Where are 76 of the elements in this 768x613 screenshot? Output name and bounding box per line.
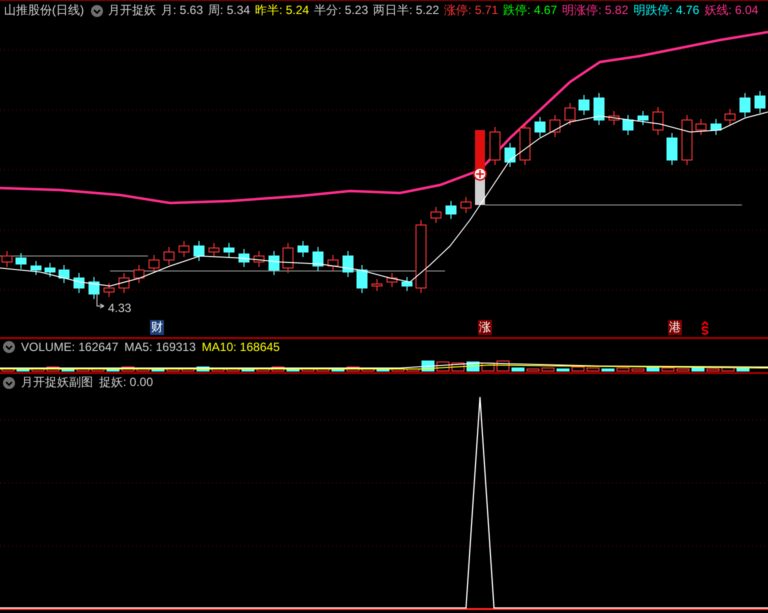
stock-title: 山推股份(日线) bbox=[4, 2, 84, 19]
candlestick bbox=[88, 276, 100, 300]
event-marker[interactable]: 涨 bbox=[478, 320, 492, 335]
dropdown-icon[interactable] bbox=[3, 340, 15, 352]
candlestick bbox=[550, 114, 560, 138]
indicator-value: 周: 5.34 bbox=[208, 2, 250, 19]
indicator-value: 妖线: 6.04 bbox=[704, 2, 758, 19]
candlestick bbox=[312, 246, 324, 272]
candlestick bbox=[520, 122, 530, 166]
candlestick bbox=[208, 242, 220, 258]
candlestick bbox=[740, 92, 750, 118]
candlestick bbox=[238, 248, 250, 268]
candlestick bbox=[578, 94, 590, 116]
candlestick bbox=[652, 106, 664, 136]
event-marker[interactable]: 财 bbox=[150, 320, 164, 335]
candlestick bbox=[638, 110, 648, 126]
indicator-value: 半分: 5.23 bbox=[314, 2, 368, 19]
candlestick bbox=[594, 92, 604, 126]
candlestick bbox=[710, 118, 722, 136]
indicator-value: 明跌停: 4.76 bbox=[633, 2, 700, 19]
candlestick bbox=[282, 242, 294, 274]
indicator-value: 涨停: 5.71 bbox=[444, 2, 498, 19]
candlestick bbox=[534, 116, 546, 138]
candlestick bbox=[44, 262, 56, 278]
candlestick bbox=[460, 196, 472, 214]
dropdown-icon[interactable] bbox=[91, 4, 103, 16]
indicator-value: 明涨停: 5.82 bbox=[562, 2, 628, 19]
candlestick bbox=[30, 260, 42, 276]
candlestick bbox=[682, 114, 692, 166]
candlestick bbox=[724, 108, 736, 126]
candlestick bbox=[58, 264, 70, 284]
indicator-value: 跌停: 4.67 bbox=[503, 2, 558, 19]
candlestick bbox=[194, 240, 204, 262]
dropdown-icon[interactable] bbox=[3, 376, 15, 388]
candlestick bbox=[490, 126, 500, 166]
volume-value: MA5: 169313 bbox=[124, 340, 196, 354]
candlestick bbox=[564, 102, 576, 126]
subchart-title: 月开捉妖副图 bbox=[21, 374, 93, 391]
candlestick bbox=[328, 254, 338, 272]
candlestick bbox=[754, 90, 766, 114]
indicator-value: 月: 5.63 bbox=[161, 2, 204, 19]
pointer-arrow bbox=[96, 292, 104, 308]
candlestick bbox=[16, 252, 26, 270]
dollar-icon[interactable] bbox=[700, 321, 710, 335]
candlestick bbox=[504, 142, 516, 168]
subchart-value: 捉妖: 0.00 bbox=[99, 374, 154, 391]
candlestick bbox=[148, 254, 160, 274]
event-marker[interactable]: 港 bbox=[668, 320, 682, 335]
candlestick bbox=[104, 282, 114, 298]
candlestick bbox=[254, 250, 264, 268]
candlestick bbox=[622, 114, 634, 136]
candlestick bbox=[298, 240, 308, 258]
candlestick bbox=[430, 206, 442, 224]
indicator-value: 两日半: 5.22 bbox=[373, 2, 440, 19]
candlestick bbox=[666, 132, 678, 166]
candlestick bbox=[356, 264, 368, 294]
candlestick bbox=[134, 264, 144, 284]
candlestick bbox=[446, 200, 456, 220]
candlestick bbox=[696, 118, 706, 136]
indicator-value: 昨半: 5.24 bbox=[255, 2, 310, 19]
candlestick bbox=[178, 240, 190, 258]
candlestick bbox=[224, 242, 234, 258]
candlestick bbox=[402, 276, 412, 292]
candlestick bbox=[372, 278, 382, 292]
candlestick bbox=[118, 272, 130, 294]
candlestick bbox=[164, 246, 174, 266]
volume-value: VOLUME: 162647 bbox=[21, 340, 118, 354]
candlestick bbox=[342, 250, 354, 278]
low-price-label: 4.33 bbox=[108, 301, 132, 315]
plus-circle-icon bbox=[473, 167, 487, 181]
candlestick bbox=[74, 272, 84, 294]
candlestick bbox=[386, 272, 398, 288]
indicator-name: 月开捉妖 bbox=[108, 2, 156, 19]
candlestick bbox=[268, 250, 280, 276]
candlestick bbox=[608, 110, 620, 126]
volume-value: MA10: 168645 bbox=[202, 340, 280, 354]
